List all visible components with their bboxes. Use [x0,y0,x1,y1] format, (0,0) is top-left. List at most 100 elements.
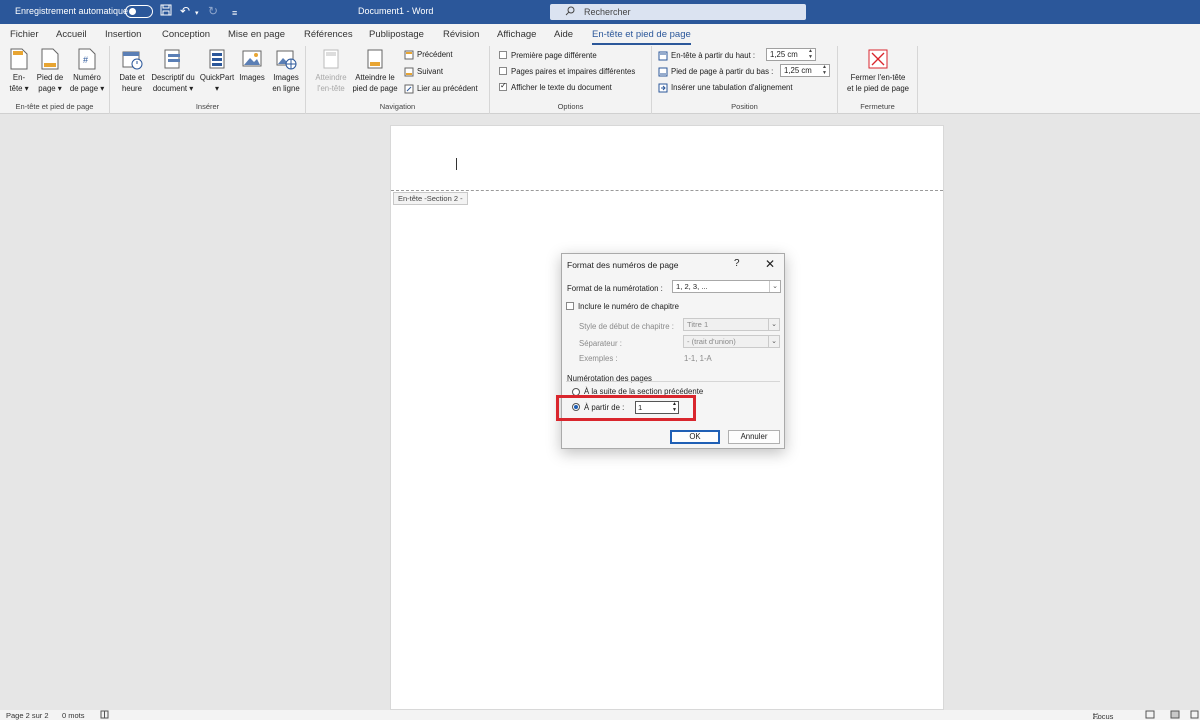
help-icon[interactable]: ? [734,258,740,269]
page-number-line1: Numéro [73,73,101,82]
next-label: Suivant [417,67,444,77]
link-icon [404,84,414,94]
odd-even-checkbox[interactable]: Pages paires et impaires différentes [499,66,636,76]
separator-label: Séparateur : [579,339,622,348]
header-position-icon [658,51,668,61]
show-document-text-checkbox[interactable]: Afficher le texte du document [499,81,612,92]
link-previous-button[interactable]: Lier au précédent [404,84,478,94]
images-button[interactable]: Images [236,48,268,83]
group-position: En-tête à partir du haut : 1,25 cm ▲ ▼ Pi… [652,46,838,114]
previous-button[interactable]: Précédent [404,50,453,60]
number-format-select[interactable]: 1, 2, 3, ... ⌄ [672,280,781,293]
group-close: Fermer l'en-tête et le pied de page Ferm… [838,46,918,114]
tab-entete-pied[interactable]: En-tête et pied de page [592,29,691,45]
alignment-tab-label: Insérer une tabulation d'alignement [671,83,793,93]
goto-footer-line1: Atteindre le [355,73,395,82]
first-page-label: Première page différente [511,51,597,60]
redo-icon[interactable]: ↻ [208,4,218,18]
close-header-footer-button[interactable]: Fermer l'en-tête et le pied de page [840,48,916,94]
undo-dropdown-icon[interactable]: ▾ [195,7,199,21]
header-top-label: En-tête à partir du haut : [671,51,756,61]
insert-alignment-tab-button[interactable]: Insérer une tabulation d'alignement [658,83,793,93]
web-layout-icon[interactable] [1190,710,1199,720]
group-options: Première page différente Pages paires et… [490,46,652,114]
tab-revision[interactable]: Révision [443,29,479,40]
save-icon[interactable] [160,4,172,19]
goto-header-button[interactable]: Atteindre l'en-tête [312,48,350,94]
group-label-close: Fermeture [860,102,895,111]
first-page-different-checkbox[interactable]: Première page différente [499,50,597,60]
tab-fichier[interactable]: Fichier [10,29,39,40]
header-top-value: 1,25 cm [770,50,798,59]
footer-button[interactable]: Pied de page ▾ [34,48,66,94]
next-button[interactable]: Suivant [404,67,443,77]
undo-icon[interactable]: ↶ [180,4,190,18]
footer-bottom-label: Pied de page à partir du bas : [671,67,774,77]
ok-button[interactable]: OK [670,430,720,444]
tab-insertion[interactable]: Insertion [105,29,141,40]
date-time-button[interactable]: Date et heure [116,48,148,94]
tab-references[interactable]: Références [304,29,353,40]
print-layout-icon[interactable] [1170,710,1180,720]
tab-affichage[interactable]: Affichage [497,29,536,40]
proofing-icon[interactable] [100,710,109,720]
cancel-button[interactable]: Annuler [728,430,780,444]
title-bar: Enregistrement automatique ↶ ▾ ↻ ≡ Docum… [0,0,1200,24]
quickpart-icon [209,49,225,69]
close-icon [868,49,888,69]
customize-toolbar-icon[interactable]: ≡ [232,6,237,20]
page-number-button[interactable]: # Numéro de page ▾ [68,48,106,94]
tab-mise-en-page[interactable]: Mise en page [228,29,285,40]
tab-accueil[interactable]: Accueil [56,29,87,40]
goto-footer-line2: pied de page [352,84,398,93]
status-bar: Page 2 sur 2 0 mots ⛶ Focus [0,710,1200,720]
footer-icon [41,48,59,70]
first-page-checkbox-box [499,50,507,59]
word-count: 0 mots [62,711,85,720]
odd-even-label: Pages paires et impaires différentes [511,67,636,76]
quickpart-line1: QuickPart [199,73,235,82]
include-chapter-box [566,301,574,310]
next-icon [404,67,414,77]
document-info-icon [164,49,180,69]
previous-label: Précédent [417,50,453,60]
chevron-down-icon: ⌄ [768,319,779,330]
footer-bottom-input[interactable]: 1,25 cm ▲ ▼ [780,64,830,77]
header-button[interactable]: En- tête ▾ [6,48,32,94]
close-icon[interactable]: ✕ [765,257,775,271]
dialog-title: Format des numéros de page [567,260,679,270]
online-images-button[interactable]: Images en ligne [268,48,304,94]
footer-bottom-spinner-icon[interactable]: ▲ ▼ [822,64,827,76]
examples-value: 1-1, 1-A [684,354,712,363]
group-label-navigation: Navigation [379,102,416,111]
quickpart-button[interactable]: QuickPart ▾ [198,48,236,94]
images-line1: Images [239,73,265,82]
svg-text:#: # [83,55,88,65]
header-icon [10,48,28,70]
focus-label: Focus [1093,712,1114,720]
footer-bottom-label-row: Pied de page à partir du bas : [658,67,773,77]
search-icon [565,6,575,16]
search-box[interactable]: Rechercher [550,4,806,20]
group-label-position: Position [731,102,758,111]
header-top-input[interactable]: 1,25 cm ▲ ▼ [766,48,816,61]
include-chapter-checkbox[interactable]: Inclure le numéro de chapitre [566,301,679,311]
goto-footer-button[interactable]: Atteindre le pied de page [350,48,400,94]
search-placeholder: Rechercher [584,7,631,17]
header-boundary-line [391,190,943,191]
group-label-insert: Insérer [195,102,220,111]
alignment-tab-icon [658,83,668,93]
ribbon-tabs: Fichier Accueil Insertion Conception Mis… [0,24,1200,46]
text-cursor [456,158,457,170]
read-mode-icon[interactable] [1145,710,1155,720]
header-top-spinner-icon[interactable]: ▲ ▼ [808,48,813,60]
examples-label: Exemples : [579,354,618,363]
document-info-button[interactable]: Descriptif du document ▾ [148,48,198,94]
online-image-icon [276,50,297,70]
show-text-checkbox-box [499,81,507,91]
document-info-line1: Descriptif du [151,73,195,82]
tab-aide[interactable]: Aide [554,29,573,40]
autosave-toggle[interactable] [125,5,153,18]
tab-publipostage[interactable]: Publipostage [369,29,424,40]
tab-conception[interactable]: Conception [162,29,210,40]
